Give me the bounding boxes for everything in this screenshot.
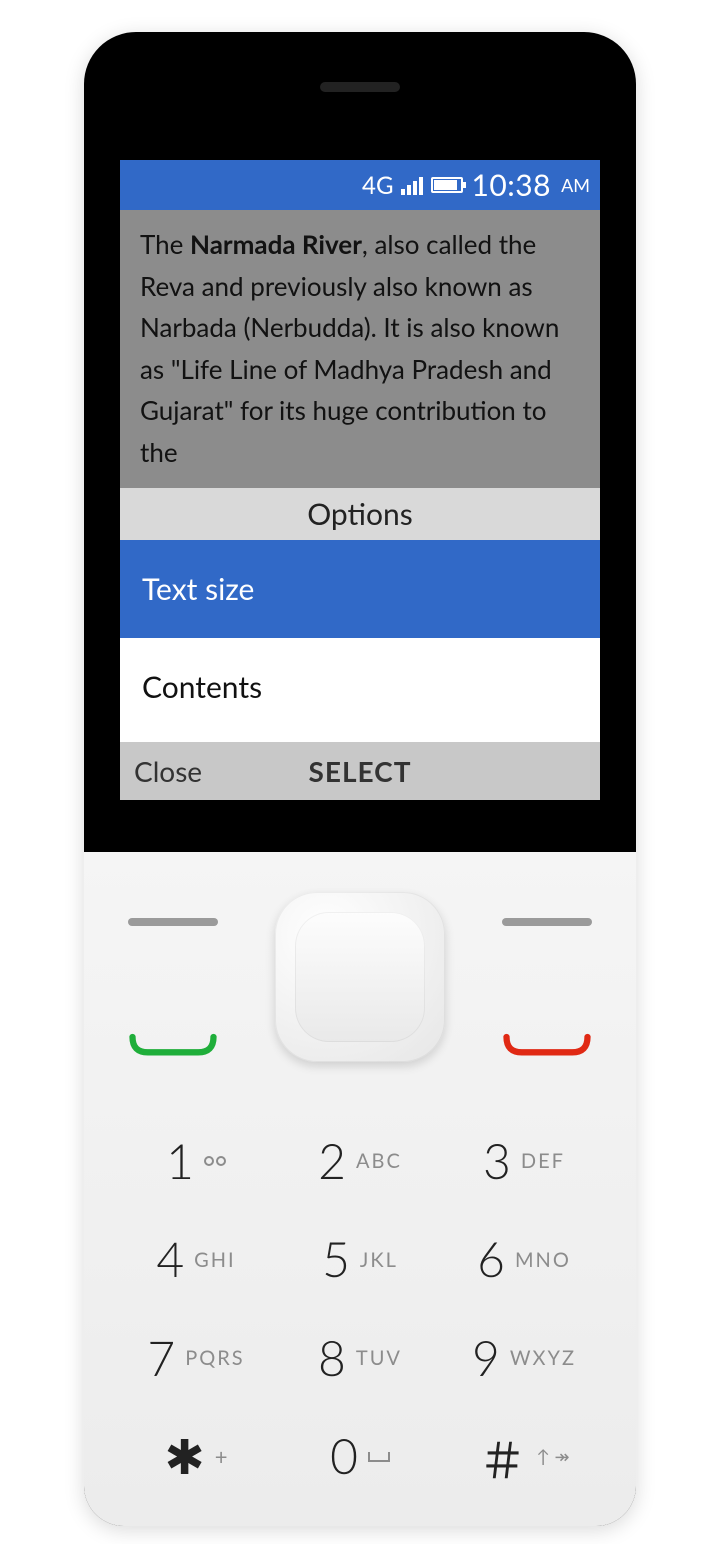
status-bar: 4G 10:38 AM xyxy=(120,160,600,210)
key-0[interactable]: 0 xyxy=(278,1408,442,1507)
key-9[interactable]: 9 WXYZ xyxy=(442,1309,606,1408)
softkey-center[interactable]: SELECT xyxy=(285,754,436,788)
network-label: 4G xyxy=(362,171,393,200)
battery-icon xyxy=(431,177,463,193)
key-5[interactable]: 5 JKL xyxy=(278,1211,442,1310)
option-label: Contents xyxy=(142,669,262,705)
key-8[interactable]: 8 TUV xyxy=(278,1309,442,1408)
key-4[interactable]: 4 GHI xyxy=(114,1211,278,1310)
key-7[interactable]: 7 PQRS xyxy=(114,1309,278,1408)
key-star[interactable]: ✱ + xyxy=(114,1408,278,1507)
option-contents[interactable]: Contents xyxy=(120,638,600,736)
space-icon xyxy=(368,1452,390,1462)
clock-time: 10:38 xyxy=(471,167,551,203)
clock-ampm: AM xyxy=(559,174,590,196)
options-title: Options xyxy=(307,496,413,532)
phone-frame: 4G 10:38 AM The Narmada River, also call… xyxy=(84,32,636,1526)
options-list: Text size Contents Gallery xyxy=(120,540,600,742)
key-2[interactable]: 2 ABC xyxy=(278,1112,442,1211)
screen: 4G 10:38 AM The Narmada River, also call… xyxy=(120,160,600,800)
nav-cluster xyxy=(84,892,636,1082)
key-6[interactable]: 6 MNO xyxy=(442,1211,606,1310)
numeric-keypad: 1 2 ABC 3 DEF 4 GHI 5 JKL xyxy=(114,1112,606,1506)
softkey-bar: Close SELECT xyxy=(120,742,600,800)
options-header: Options xyxy=(120,488,600,540)
softkey-left[interactable]: Close xyxy=(134,754,285,788)
key-1[interactable]: 1 xyxy=(114,1112,278,1211)
signal-icon xyxy=(401,175,423,195)
earpiece xyxy=(320,82,400,92)
dim-overlay xyxy=(120,210,600,488)
key-3[interactable]: 3 DEF xyxy=(442,1112,606,1211)
end-call-button[interactable] xyxy=(502,1032,592,1060)
keypad-body: 1 2 ABC 3 DEF 4 GHI 5 JKL xyxy=(84,852,636,1526)
right-soft-button[interactable] xyxy=(502,918,592,926)
call-button[interactable] xyxy=(128,1032,218,1060)
voicemail-icon xyxy=(204,1156,226,1166)
dpad[interactable] xyxy=(275,892,445,1062)
dpad-center[interactable] xyxy=(295,912,425,1042)
option-label: Text size xyxy=(142,571,254,607)
option-text-size[interactable]: Text size xyxy=(120,540,600,638)
key-hash[interactable]: ＃ ↑ ↠ xyxy=(442,1408,606,1507)
article-preview: The Narmada River, also called the Reva … xyxy=(120,210,600,488)
left-soft-button[interactable] xyxy=(128,918,218,926)
